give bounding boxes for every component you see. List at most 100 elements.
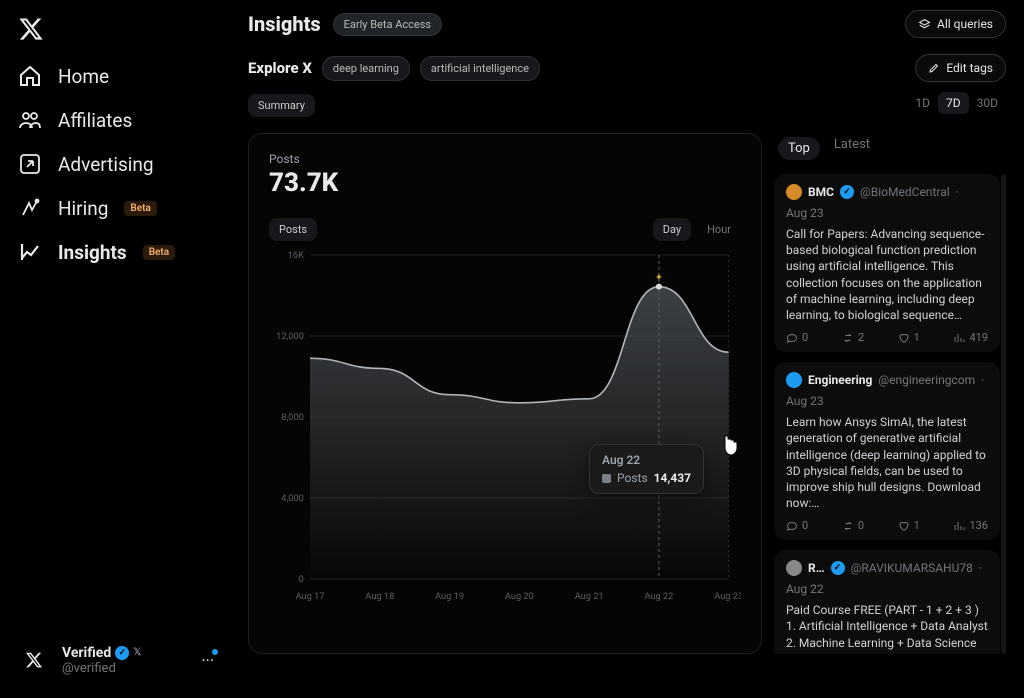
- like-count: 1: [914, 331, 920, 344]
- heart-icon: [898, 520, 910, 532]
- y-tick-label: 16K: [288, 251, 304, 261]
- all-queries-label: All queries: [937, 17, 993, 31]
- main: Insights Early Beta Access All queries E…: [230, 0, 1024, 698]
- edit-tags-label: Edit tags: [946, 61, 993, 75]
- card-header: R… ✓ @RAVIKUMARSAHU78 · Aug 22: [786, 560, 988, 596]
- repost-button[interactable]: 0: [842, 519, 864, 532]
- beta-badge: Beta: [143, 245, 175, 260]
- feed-tabs: Top Latest: [774, 133, 1006, 164]
- separator-dot: ·: [956, 185, 959, 199]
- sidebar-item-label: Affiliates: [58, 109, 132, 132]
- card-header: Engineering @engineeringcom · Aug 23: [786, 372, 988, 408]
- more-icon[interactable]: ···: [201, 651, 214, 670]
- reply-button[interactable]: 0: [786, 519, 808, 532]
- feed-card[interactable]: R… ✓ @RAVIKUMARSAHU78 · Aug 22 Paid Cour…: [774, 550, 1000, 654]
- account-handle: @verified: [62, 661, 191, 676]
- avatar: [16, 642, 52, 678]
- repost-count: 0: [858, 519, 864, 532]
- post-handle: @RAVIKUMARSAHU78: [851, 561, 973, 575]
- stack-icon: [918, 18, 931, 31]
- advertising-icon: [18, 152, 42, 176]
- sidebar-item-label: Home: [58, 65, 109, 88]
- beta-badge: Beta: [124, 201, 156, 216]
- posts-chart[interactable]: 04,0008,00012,00016K ✦Aug 17Aug 18Aug 19…: [269, 247, 741, 607]
- views-stat: 136: [953, 519, 988, 532]
- account-switcher[interactable]: Verified ✓ 𝕏 @verified ···: [10, 636, 220, 684]
- reply-button[interactable]: 0: [786, 331, 808, 344]
- explore-title: Explore X: [248, 59, 312, 77]
- sparkle-icon: ✦: [655, 273, 664, 284]
- x-tick-label: Aug 17: [296, 592, 325, 602]
- post-date: Aug 22: [786, 582, 824, 596]
- tag-chip[interactable]: deep learning: [322, 56, 410, 81]
- granularity-day[interactable]: Day: [653, 218, 691, 241]
- chart-tooltip: Aug 22 Posts 14,437: [589, 444, 704, 494]
- reply-count: 0: [802, 331, 808, 344]
- y-tick-label: 0: [299, 575, 304, 585]
- post-handle: @engineeringcom: [878, 373, 975, 387]
- x-tick-label: Aug 19: [435, 592, 464, 602]
- like-count: 1: [914, 519, 920, 532]
- range-7d[interactable]: 7D: [938, 92, 969, 114]
- hiring-icon: [18, 196, 42, 220]
- sidebar-item-hiring[interactable]: Hiring Beta: [10, 186, 220, 230]
- all-queries-button[interactable]: All queries: [905, 10, 1006, 38]
- sidebar-item-home[interactable]: Home: [10, 54, 220, 98]
- tag-chip[interactable]: artificial intelligence: [420, 56, 540, 81]
- post-author[interactable]: BMC: [808, 185, 834, 199]
- tab-summary[interactable]: Summary: [248, 94, 315, 117]
- page-title: Insights: [248, 12, 321, 36]
- series-swatch-icon: [602, 474, 611, 483]
- avatar[interactable]: [786, 560, 802, 576]
- x-tick-label: Aug 22: [644, 592, 673, 602]
- feed-card[interactable]: BMC ✓ @BioMedCentral · Aug 23 Call for P…: [774, 174, 1000, 352]
- sidebar: Home Affiliates Advertising Hiring Beta …: [0, 0, 230, 698]
- post-date: Aug 23: [786, 206, 824, 220]
- feed-list[interactable]: BMC ✓ @BioMedCentral · Aug 23 Call for P…: [774, 174, 1006, 654]
- scrollbar[interactable]: [1001, 174, 1006, 654]
- granularity-hour[interactable]: Hour: [697, 218, 741, 241]
- sidebar-item-label: Hiring: [58, 197, 108, 220]
- x-tick-label: Aug 18: [365, 592, 394, 602]
- avatar[interactable]: [786, 184, 802, 200]
- range-30d[interactable]: 30D: [969, 92, 1006, 114]
- affiliate-badge-icon: 𝕏: [133, 647, 141, 658]
- insights-icon: [18, 240, 42, 264]
- page-header: Insights Early Beta Access All queries: [248, 10, 1006, 38]
- feed-tab-latest[interactable]: Latest: [834, 137, 870, 160]
- y-tick-label: 12,000: [276, 332, 304, 342]
- home-icon: [18, 64, 42, 88]
- tooltip-value: 14,437: [654, 471, 691, 485]
- feed-column: Top Latest BMC ✓ @BioMedCentral · Aug 23…: [774, 133, 1006, 654]
- repost-icon: [842, 520, 854, 532]
- card-header: BMC ✓ @BioMedCentral · Aug 23: [786, 184, 988, 220]
- tooltip-series-label: Posts: [617, 471, 648, 485]
- card-actions: 0 0 1 136: [786, 519, 988, 532]
- sidebar-item-insights[interactable]: Insights Beta: [10, 230, 220, 274]
- views-count: 136: [969, 519, 988, 532]
- separator-dot: ·: [979, 561, 982, 575]
- edit-tags-button[interactable]: Edit tags: [915, 54, 1006, 82]
- post-author[interactable]: Engineering: [808, 373, 872, 387]
- feed-tab-top[interactable]: Top: [778, 137, 820, 160]
- post-author[interactable]: R…: [808, 561, 825, 575]
- like-button[interactable]: 1: [898, 519, 920, 532]
- sidebar-item-advertising[interactable]: Advertising: [10, 142, 220, 186]
- repost-button[interactable]: 2: [842, 331, 864, 344]
- post-body: Learn how Ansys SimAI, the latest genera…: [786, 414, 988, 511]
- verified-badge-icon: ✓: [840, 185, 854, 199]
- x-tick-label: Aug 21: [575, 592, 604, 602]
- post-body: Call for Papers: Advancing sequence-base…: [786, 226, 988, 323]
- avatar[interactable]: [786, 372, 802, 388]
- account-name: Verified: [62, 645, 111, 661]
- views-icon: [953, 520, 965, 532]
- chart-metric-tab[interactable]: Posts: [269, 218, 317, 241]
- like-button[interactable]: 1: [898, 331, 920, 344]
- x-logo-icon[interactable]: [18, 16, 44, 42]
- views-icon: [953, 332, 965, 344]
- granularity-toggle: Day Hour: [653, 218, 741, 241]
- feed-card[interactable]: Engineering @engineeringcom · Aug 23 Lea…: [774, 362, 1000, 540]
- query-bar: Explore X deep learning artificial intel…: [248, 54, 1006, 82]
- range-1d[interactable]: 1D: [907, 92, 938, 114]
- sidebar-item-affiliates[interactable]: Affiliates: [10, 98, 220, 142]
